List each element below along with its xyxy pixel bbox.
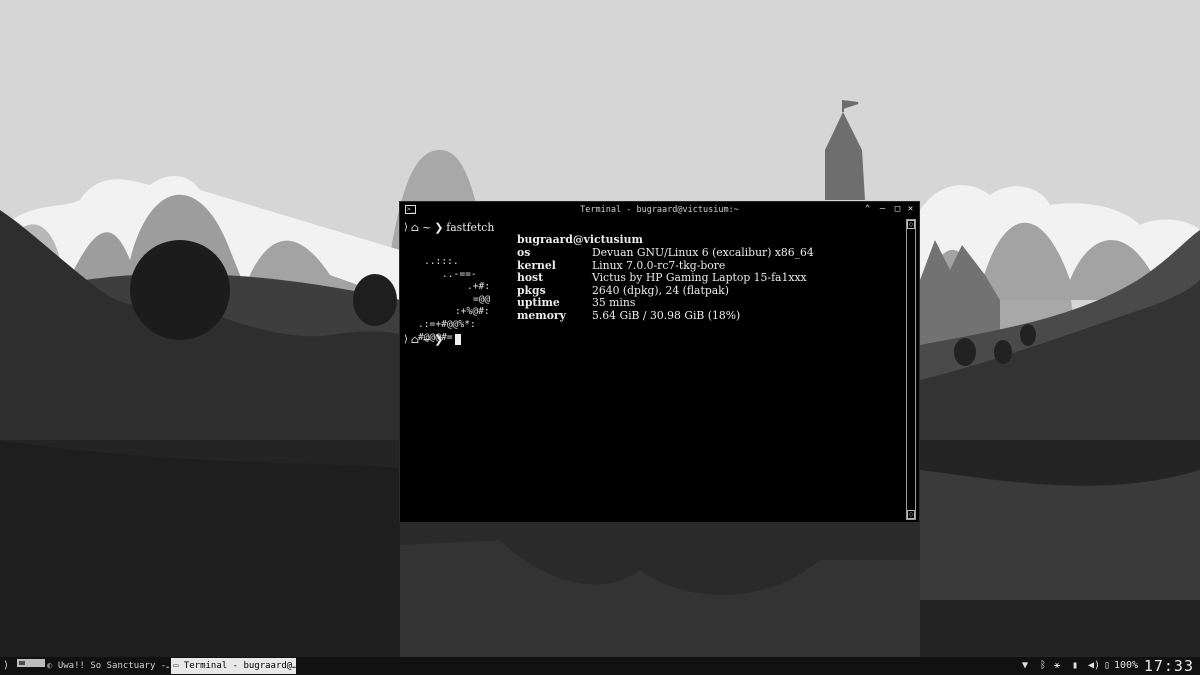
command-text: fastfetch	[446, 221, 495, 234]
task-item-terminal[interactable]: ▭ Terminal - bugraard@…	[171, 658, 296, 674]
prompt-line: ⟩ ⌂ ~ ❯	[404, 333, 443, 346]
lock-icon[interactable]: ▮	[1072, 657, 1078, 675]
info-key: host	[517, 271, 544, 285]
info-key: pkgs	[517, 283, 546, 297]
logo-line: ..:::.	[424, 256, 459, 267]
info-key: kernel	[517, 258, 556, 272]
battery-percent: 100%	[1114, 660, 1139, 671]
info-key: uptime	[517, 296, 560, 310]
prompt-swirl-icon: ⟩	[404, 334, 408, 345]
home-icon: ⌂	[410, 221, 420, 234]
prompt-dir: ~	[422, 221, 432, 234]
info-value: 35 mins	[592, 296, 636, 310]
user-host: bugraard@victusium	[517, 233, 643, 246]
info-value: Victus by HP Gaming Laptop 15-fa1xxx	[592, 271, 807, 285]
window-title: Terminal - bugraard@victusium:~	[580, 205, 739, 215]
clock[interactable]: 17:33	[1144, 658, 1194, 674]
chevron-up-icon[interactable]: ⌃	[862, 204, 873, 215]
scroll-up-icon[interactable]: ◇	[907, 220, 915, 229]
workspace-pager[interactable]	[17, 659, 45, 667]
terminal-icon: ▭	[173, 661, 179, 671]
volume-icon[interactable]: ◀)	[1088, 657, 1100, 675]
window-titlebar[interactable]: >_ Terminal - bugraard@victusium:~ ⌃ – □…	[400, 202, 919, 218]
prompt-arrow: ❯	[434, 221, 444, 234]
scroll-down-icon[interactable]: ◇	[907, 510, 915, 519]
logo-line: .+#:	[467, 281, 491, 293]
text-cursor	[455, 334, 461, 345]
scrollbar[interactable]: ◇ ◇	[906, 219, 916, 520]
menu-launcher-icon[interactable]: ⟩	[3, 659, 15, 673]
battery-icon[interactable]: ▯	[1104, 657, 1110, 675]
browser-icon: ◐	[47, 661, 53, 671]
bluetooth-icon[interactable]: ᛒ	[1040, 657, 1046, 675]
logo-line: :+%@#:	[455, 306, 490, 318]
usb-icon[interactable]: ⚹	[1054, 657, 1060, 675]
terminal-output[interactable]: ⟩ ⌂ ~ ❯ fastfetch ..:::. ..-==- .+#: =@@:+%…	[402, 219, 904, 519]
task-item-browser[interactable]: ◐ Uwa!! So Sanctuary -…	[47, 658, 169, 674]
prompt-dir: ~	[422, 333, 432, 346]
distro-logo: ..:::. ..-==- .+#: =@@:+%@#: .:=+#@@%*: #@@@#…	[408, 256, 490, 344]
prompt-arrow: ❯	[434, 333, 444, 346]
prompt-swirl-icon: ⟩	[404, 222, 408, 233]
info-key: memory	[517, 309, 566, 322]
taskbar: ⟩ ◐ Uwa!! So Sanctuary -… ▭ Terminal - b…	[0, 657, 1200, 675]
home-icon: ⌂	[410, 333, 420, 346]
info-value: 5.64 GiB / 30.98 GiB (18%)	[592, 309, 741, 322]
info-value: Linux 7.0.0-rc7-tkg-bore	[592, 258, 726, 272]
close-icon[interactable]: ✕	[905, 204, 916, 215]
logo-line: =@@	[473, 293, 491, 305]
info-value: 2640 (dpkg), 24 (flatpak)	[592, 283, 729, 297]
info-value: Devuan GNU/Linux 6 (excalibur) x86_64	[592, 246, 814, 259]
logo-line: ..-==-	[442, 268, 477, 280]
logo-line: .:=+#@@%*:	[418, 318, 476, 330]
minimize-icon[interactable]: –	[877, 204, 888, 215]
network-icon[interactable]: ▼	[1022, 657, 1028, 675]
info-key: os	[517, 246, 531, 259]
task-label: Uwa!! So Sanctuary -…	[57, 661, 169, 671]
task-label: Terminal - bugraard@…	[183, 661, 296, 671]
maximize-icon[interactable]: □	[892, 204, 903, 215]
prompt-line: ⟩ ⌂ ~ ❯ fastfetch	[404, 221, 494, 234]
terminal-window[interactable]: >_ Terminal - bugraard@victusium:~ ⌃ – □…	[400, 202, 919, 522]
workspace-window-thumb	[19, 661, 25, 665]
